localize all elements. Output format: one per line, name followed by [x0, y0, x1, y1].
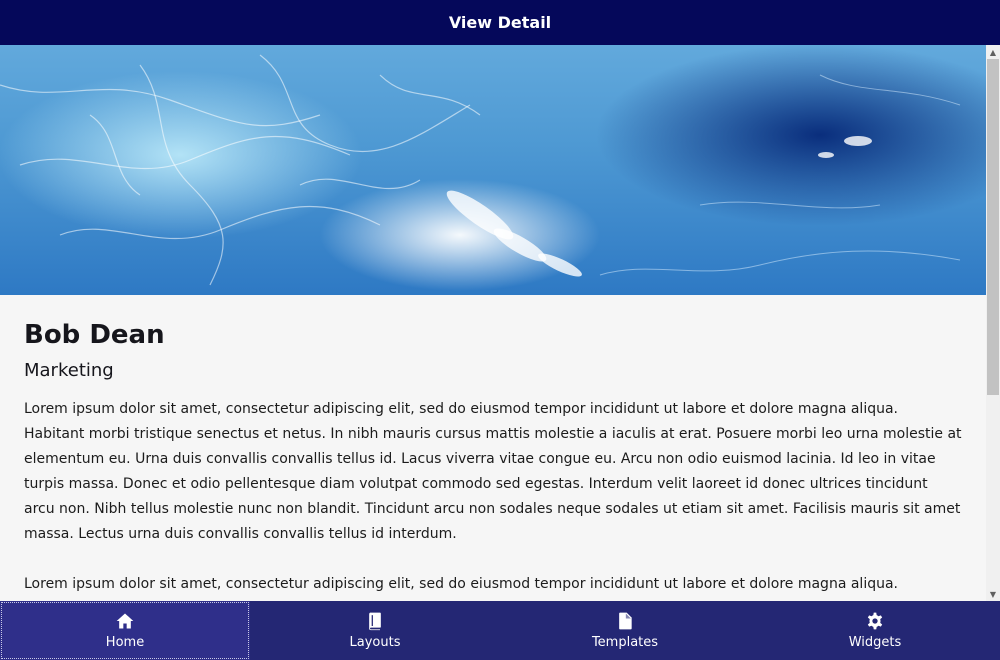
nav-item-widgets[interactable]: Widgets: [750, 601, 1000, 660]
nav-item-home[interactable]: Home: [0, 601, 250, 660]
nav-label: Widgets: [848, 635, 902, 650]
body-paragraph: Lorem ipsum dolor sit amet, consectetur …: [24, 576, 898, 592]
document-icon: [619, 612, 632, 630]
scroll-down-arrow-icon[interactable]: ▼: [986, 587, 1000, 601]
nav-item-layouts[interactable]: Layouts: [250, 601, 500, 660]
scroll-thumb[interactable]: [987, 59, 999, 395]
hero-image: [0, 45, 986, 295]
bottom-navigation: Home Layouts Templates Widgets: [0, 601, 1000, 660]
app-window: View Detail Bob Dean Marketing Lorem ips…: [0, 0, 1000, 660]
profile-department: Marketing: [24, 360, 114, 381]
scroll-up-arrow-icon[interactable]: ▲: [986, 45, 1000, 59]
title-bar: View Detail: [0, 0, 1000, 45]
nav-label: Home: [105, 635, 145, 650]
nav-label: Templates: [591, 635, 659, 650]
nav-label: Layouts: [349, 635, 401, 650]
page-title: View Detail: [448, 13, 552, 32]
detail-content[interactable]: Bob Dean Marketing Lorem ipsum dolor sit…: [0, 45, 986, 601]
water-texture-graphic: [0, 54, 961, 286]
book-icon: [369, 612, 381, 631]
body-paragraph: Lorem ipsum dolor sit amet, consectetur …: [24, 401, 962, 542]
gear-icon: [867, 612, 883, 630]
profile-details: Bob Dean Marketing Lorem ipsum dolor sit…: [0, 295, 986, 601]
vertical-scrollbar[interactable]: ▲ ▼: [986, 45, 1000, 601]
profile-name: Bob Dean: [24, 320, 165, 350]
home-icon: [116, 613, 134, 629]
nav-item-templates[interactable]: Templates: [500, 601, 750, 660]
